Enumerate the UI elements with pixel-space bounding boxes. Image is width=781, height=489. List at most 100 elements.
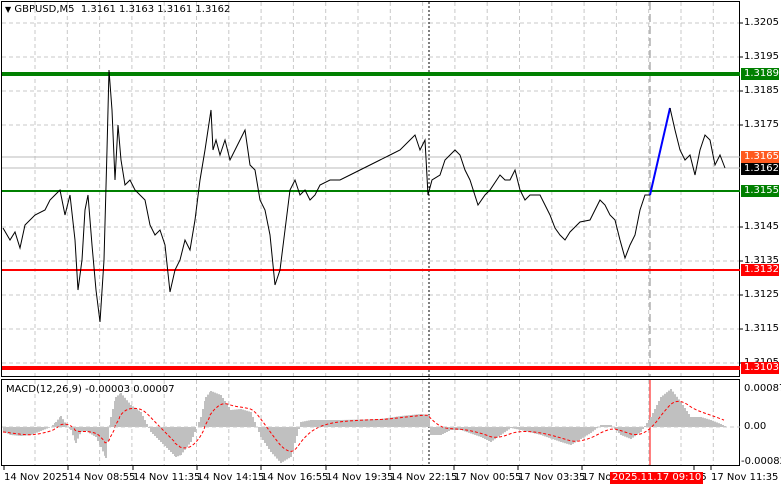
macd-histogram-bar — [340, 420, 342, 427]
macd-histogram-bar — [156, 427, 158, 438]
macd-histogram-bar — [536, 427, 538, 434]
macd-histogram-bar — [720, 424, 722, 427]
macd-histogram-bar — [248, 411, 250, 427]
macd-histogram-bar — [358, 419, 360, 427]
macd-histogram-bar — [300, 422, 302, 427]
macd-histogram-bar — [220, 395, 222, 427]
macd-histogram-bar — [370, 419, 372, 427]
macd-histogram-bar — [544, 427, 546, 437]
macd-histogram-bar — [134, 407, 136, 427]
macd-histogram-bar — [288, 427, 290, 459]
macd-histogram-bar — [85, 427, 87, 431]
macd-histogram-bar — [580, 427, 582, 439]
macd-histogram-bar — [238, 409, 240, 427]
macd-histogram-bar — [194, 427, 196, 432]
macd-histogram-bar — [686, 411, 688, 427]
macd-histogram-bar — [180, 427, 182, 455]
macd-histogram-bar — [314, 420, 316, 427]
macd-histogram-bar — [158, 427, 160, 440]
time-axis-label: 14 Nov 16:55 — [261, 472, 329, 483]
macd-histogram-bar — [294, 427, 296, 443]
macd-histogram-bar — [12, 427, 14, 436]
macd-histogram-bar — [592, 427, 594, 432]
macd-histogram-bar — [564, 427, 566, 444]
macd-histogram-bar — [296, 427, 298, 436]
time-axis-label: 14 Nov 19:35 — [326, 472, 394, 483]
macd-histogram-bar — [268, 427, 270, 449]
level-tag-1155: 1.3155 — [741, 185, 779, 197]
macd-histogram-bar — [500, 427, 502, 435]
macd-histogram-bar — [628, 427, 630, 439]
macd-histogram-bar — [258, 427, 260, 432]
macd-histogram-bar — [716, 422, 718, 427]
macd-histogram-bar — [36, 427, 38, 433]
macd-histogram-bar — [318, 420, 320, 427]
macd-histogram-bar — [216, 393, 218, 427]
macd-histogram-bar — [274, 427, 276, 457]
macd-histogram-bar — [388, 417, 390, 427]
macd-histogram-bar — [566, 427, 568, 444]
macd-histogram-bar — [290, 427, 292, 457]
time-axis-label: 17 Nov 00:55 — [454, 472, 522, 483]
macd-histogram-bar — [552, 427, 554, 440]
chart-canvas[interactable] — [0, 0, 781, 489]
macd-histogram-bar — [284, 427, 286, 461]
macd-histogram-bar — [212, 391, 214, 427]
macd-histogram-bar — [182, 427, 184, 453]
macd-histogram-bar — [706, 418, 708, 427]
level-tag-1132: 1.3132 — [741, 264, 779, 276]
macd-histogram-bar — [608, 425, 610, 427]
price-axis-label: 1.3115 — [744, 323, 779, 334]
macd-histogram-bar — [342, 419, 344, 427]
macd-histogram-bar — [480, 427, 482, 437]
macd-histogram-bar — [430, 427, 432, 435]
macd-histogram-bar — [168, 427, 170, 450]
macd-histogram-bar — [654, 409, 656, 427]
macd-histogram-bar — [198, 422, 200, 427]
macd-histogram-bar — [62, 419, 64, 427]
macd-histogram-bar — [308, 420, 310, 427]
macd-histogram-bar — [504, 427, 506, 433]
macd-histogram-bar — [142, 416, 144, 427]
macd-histogram-bar — [670, 389, 672, 427]
macd-histogram-bar — [70, 427, 72, 430]
macd-histogram-bar — [150, 427, 152, 432]
macd-histogram-bar — [30, 427, 32, 435]
macd-histogram-bar — [562, 427, 564, 443]
macd-histogram-bar — [376, 419, 378, 427]
macd-histogram-bar — [91, 427, 93, 435]
macd-axis-max: 0.00087 — [744, 383, 781, 394]
macd-histogram-bar — [632, 427, 634, 438]
macd-histogram-bar — [442, 427, 444, 434]
macd-histogram-bar — [558, 427, 560, 442]
macd-histogram-bar — [434, 427, 436, 435]
macd-histogram-bar — [578, 427, 580, 441]
price-axis-label: 1.3195 — [744, 51, 779, 62]
macd-histogram-bar — [242, 409, 244, 427]
symbol-label: GBPUSD,M5 — [14, 4, 75, 15]
macd-histogram-bar — [476, 427, 478, 436]
macd-histogram-bar — [312, 420, 314, 427]
ask-price-tag: 1.3165 — [741, 151, 779, 163]
macd-histogram-bar — [484, 427, 486, 439]
crosshair-time-label: 2025.11.17 09:10 — [610, 472, 704, 484]
macd-histogram-bar — [602, 425, 604, 427]
macd-histogram-bar — [546, 427, 548, 438]
macd-axis-min: -0.00082 — [741, 456, 781, 467]
macd-histogram-bar — [128, 402, 130, 427]
macd-histogram-bar — [436, 427, 438, 435]
price-axis-label: 1.3175 — [744, 119, 779, 130]
macd-histogram-bar — [112, 409, 114, 427]
macd-histogram-bar — [554, 427, 556, 440]
macd-histogram-bar — [668, 390, 670, 427]
macd-histogram-bar — [177, 427, 179, 457]
collapse-triangle-icon[interactable]: ▼ — [5, 5, 11, 14]
macd-histogram-bar — [38, 427, 40, 432]
macd-histogram-bar — [48, 427, 50, 428]
macd-histogram-bar — [144, 420, 146, 427]
macd-histogram-bar — [704, 418, 706, 427]
macd-histogram-bar — [316, 420, 318, 427]
macd-histogram-bar — [576, 427, 578, 442]
macd-histogram-bar — [440, 427, 442, 435]
bid-price-tag: 1.3162 — [741, 163, 779, 175]
